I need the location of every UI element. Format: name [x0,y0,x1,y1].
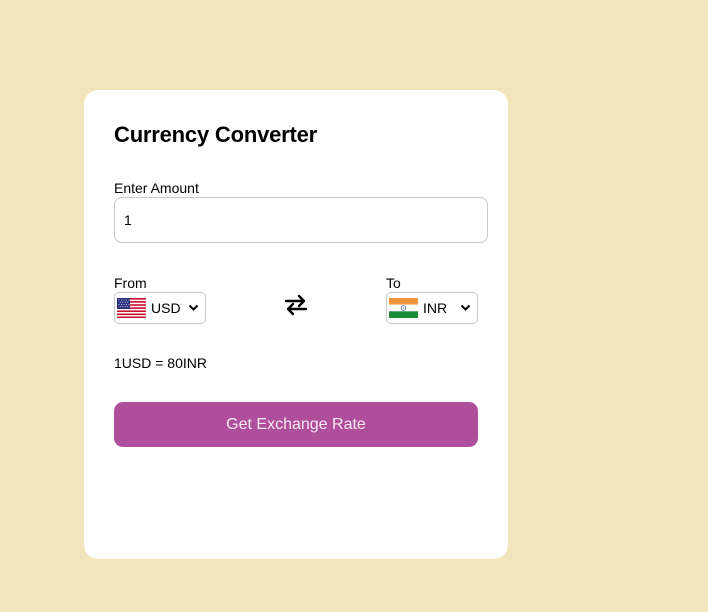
exchange-rate-text: 1USD = 80INR [114,355,207,371]
amount-label: Enter Amount [114,180,199,196]
to-label: To [386,275,401,291]
us-flag-icon [117,298,146,318]
converter-card: Currency Converter Enter Amount From USD [84,90,508,559]
to-currency-code: INR [423,300,448,316]
chevron-down-icon [460,304,471,311]
to-currency-select[interactable]: INR [386,292,478,324]
from-currency-select[interactable]: USD [114,292,206,324]
page-title: Currency Converter [114,122,318,147]
from-label: From [114,275,147,291]
amount-input[interactable] [114,197,488,243]
get-exchange-rate-button[interactable]: Get Exchange Rate [114,402,478,447]
swap-arrows-icon[interactable] [284,293,308,317]
india-flag-icon [389,298,418,318]
chevron-down-icon [188,304,199,311]
from-currency-code: USD [151,300,181,316]
